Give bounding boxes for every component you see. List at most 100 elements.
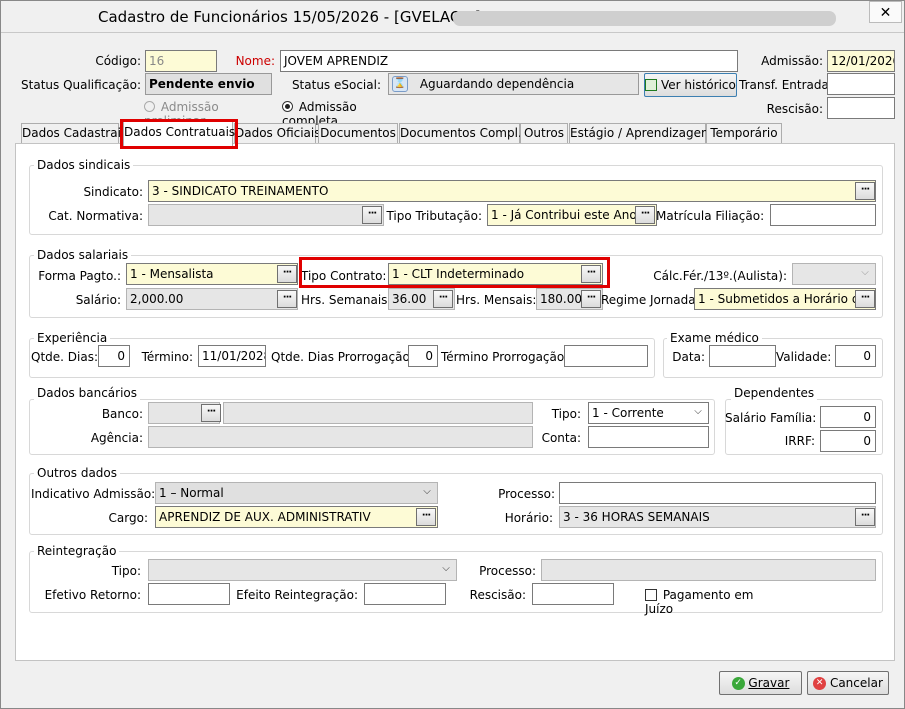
reintegracao-rescisao-field[interactable] [532,583,614,605]
transf-entrada-field[interactable] [827,73,895,95]
cat-normativa-lookup-button[interactable]: ··· [362,206,382,224]
history-icon [645,79,658,91]
termino-label: Término: [141,350,193,364]
matricula-filiacao-field[interactable] [770,204,876,226]
qtde-dias-label: Qtde. Dias: [31,350,99,364]
tab-outros[interactable]: Outros [520,123,568,143]
gravar-label: Gravar [748,676,790,690]
checkbox-box [645,589,657,601]
hrs-mensais-label: Hrs. Mensais: [456,293,537,307]
salario-field[interactable]: 2,000.00 [126,288,298,310]
termino-field[interactable]: 11/01/2028 [198,345,266,367]
cargo-label: Cargo: [108,511,148,525]
horario-label: Horário: [504,511,553,525]
termino-prorrogacao-label: Término Prorrogação: [441,350,569,364]
salario-familia-field[interactable]: 0 [820,406,876,428]
tipo-tributacao-field[interactable]: 1 - Já Contribui este Ano [487,204,657,226]
cancelar-button[interactable]: ✕ Cancelar [807,671,889,695]
exame-validade-field[interactable]: 0 [835,345,876,367]
calc-ferias-label: Cálc.Fér./13º.(Aulista): [653,269,787,283]
check-icon: ✓ [731,677,745,690]
highlight-tipo-contrato [299,257,610,288]
outros-processo-field[interactable] [559,482,876,504]
banco-lookup-button[interactable]: ··· [201,404,221,422]
rescisao-field[interactable] [827,97,895,119]
status-esocial-label: Status eSocial: [291,78,381,92]
radio-admissao-preliminar[interactable]: Admissão preliminar [144,100,274,128]
status-esocial-value: Aguardando dependência [419,77,575,91]
reintegracao-processo-label: Processo: [479,564,536,578]
irrf-field[interactable]: 0 [820,430,876,452]
sindicato-label: Sindicato: [83,185,143,199]
sindicato-lookup-button[interactable]: ··· [855,182,875,200]
outros-dados-title: Outros dados [34,466,121,480]
status-qualificacao-label: Status Qualificação: [21,78,141,92]
regime-jornada-label: Regime Jornada: [601,293,700,307]
cat-normativa-field[interactable] [148,204,384,226]
admissao-label: Admissão: [761,54,823,68]
hrs-semanais-lookup-button[interactable]: ··· [433,290,453,308]
sindicato-field[interactable]: 3 - SINDICATO TREINAMENTO [148,180,876,202]
reintegracao-tipo-label: Tipo: [111,564,141,578]
tipo-tributacao-lookup-button[interactable]: ··· [635,206,655,224]
agencia-field[interactable] [148,426,533,448]
forma-pagto-lookup-button[interactable]: ··· [277,265,297,283]
forma-pagto-field[interactable]: 1 - Mensalista [126,263,298,285]
hrs-semanais-label: Hrs. Semanais: [301,293,392,307]
highlight-tab-dados-contratuais [120,119,238,149]
termino-prorrogacao-field[interactable] [564,345,648,367]
indicativo-admissao-select[interactable]: 1 – Normal [155,482,438,504]
radio-admissao-completa[interactable]: Admissão completa [282,100,412,128]
radio-circle-selected [282,101,293,112]
agencia-label: Agência: [90,431,143,445]
outros-processo-label: Processo: [498,487,555,501]
nome-label: Nome: [235,54,275,68]
horario-lookup-button[interactable]: ··· [855,508,875,526]
admissao-field[interactable]: 12/01/2026 [827,50,895,72]
qtde-dias-field[interactable]: 0 [98,345,130,367]
reintegracao-title: Reintegração [34,544,120,558]
reintegracao-tipo-select[interactable] [148,559,457,581]
banco-name-field[interactable] [223,402,533,424]
hrs-mensais-lookup-button[interactable]: ··· [581,290,601,308]
tipo-tributacao-label: Tipo Tributação: [386,209,482,223]
close-icon[interactable]: ✕ [869,1,902,23]
tab-dados-cadastrais[interactable]: Dados Cadastrais [21,123,127,143]
exame-data-label: Data: [672,350,705,364]
radio-circle [144,101,155,112]
exame-data-field[interactable] [709,345,776,367]
tab-documentos[interactable]: Documentos [318,123,398,143]
forma-pagto-label: Forma Pagto.: [38,269,121,283]
ver-historico-label: Ver histórico [660,78,736,92]
pagamento-juizo-checkbox[interactable]: Pagamento em Juízo [645,588,785,616]
window-title: Cadastro de Funcionários 15/05/2026 - [G… [98,8,491,26]
indicativo-admissao-label: Indicativo Admissão: [31,487,156,501]
tab-estagio-aprendizagem[interactable]: Estágio / Aprendizagem [569,123,713,143]
nome-field[interactable]: JOVEM APRENDIZ [280,50,738,72]
regime-jornada-lookup-button[interactable]: ··· [855,290,875,308]
reintegracao-processo-field[interactable] [541,559,876,581]
gravar-button[interactable]: ✓ Gravar [719,671,802,695]
tab-temporario[interactable]: Temporário [706,123,782,143]
redacted-title-block [453,11,836,26]
qtde-dias-prorrogacao-field[interactable]: 0 [408,345,438,367]
ver-historico-button[interactable]: Ver histórico [644,73,737,97]
efeito-reintegracao-field[interactable] [364,583,446,605]
exame-validade-label: Validade: [776,350,832,364]
conta-field[interactable] [588,426,709,448]
cargo-field[interactable]: APRENDIZ DE AUX. ADMINISTRATIV [155,506,438,528]
horario-field[interactable]: 3 - 36 HORAS SEMANAIS [559,506,876,528]
efetivo-retorno-field[interactable] [148,583,230,605]
tab-dados-oficiais[interactable]: Dados Oficiais [234,123,321,143]
cancelar-label: Cancelar [829,676,883,690]
cat-normativa-label: Cat. Normativa: [48,209,143,223]
tab-documentos-compl[interactable]: Documentos Compl. [399,123,522,143]
conta-label: Conta: [541,431,581,445]
cadastro-funcionarios-window: Cadastro de Funcionários 15/05/2026 - [G… [0,0,905,709]
exame-medico-title: Exame médico [667,331,762,345]
regime-jornada-field[interactable]: 1 - Submetidos a Horário de T [694,288,876,310]
salario-lookup-button[interactable]: ··· [277,290,297,308]
dados-bancarios-title: Dados bancários [34,386,141,400]
cargo-lookup-button[interactable]: ··· [416,508,436,526]
codigo-field[interactable]: 16 [145,50,217,72]
